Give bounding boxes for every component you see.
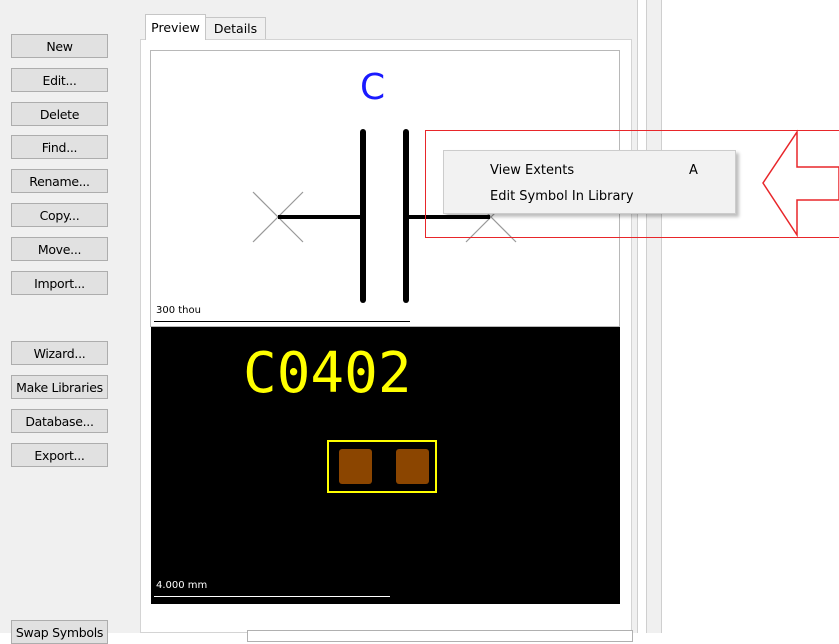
database-button[interactable]: Database... xyxy=(11,409,108,433)
copy-button[interactable]: Copy... xyxy=(11,203,108,227)
delete-button[interactable]: Delete xyxy=(11,102,108,126)
rename-button[interactable]: Rename... xyxy=(11,169,108,193)
footprint-scale-bar xyxy=(154,596,390,597)
pad-1 xyxy=(339,449,372,484)
wizard-button[interactable]: Wizard... xyxy=(11,341,108,365)
edit-button[interactable]: Edit... xyxy=(11,68,108,92)
footprint-scale-label: 4.000 mm xyxy=(156,580,208,591)
footprint-name: C0402 xyxy=(243,341,412,406)
symbol-scale-bar xyxy=(154,321,410,322)
swap-symbols-button[interactable]: Swap Symbols xyxy=(11,620,108,644)
menu-item-edit-symbol-in-library[interactable]: Edit Symbol In Library xyxy=(445,183,734,209)
pad-2 xyxy=(396,449,429,484)
symbol-name: C xyxy=(360,67,386,108)
make-libraries-button[interactable]: Make Libraries xyxy=(11,375,108,399)
context-menu: View Extents A Edit Symbol In Library xyxy=(443,150,736,214)
new-button[interactable]: New xyxy=(11,34,108,58)
bottom-label-fragment xyxy=(145,628,235,633)
tab-details[interactable]: Details xyxy=(205,17,266,39)
menu-item-view-extents[interactable]: View Extents A xyxy=(445,157,734,183)
find-button[interactable]: Find... xyxy=(11,135,108,159)
symbol-scale-label: 300 thou xyxy=(156,305,201,316)
bottom-input-field[interactable] xyxy=(247,630,633,642)
annotation-arrow-icon xyxy=(762,129,839,238)
divider xyxy=(637,0,638,633)
splitter-bar[interactable] xyxy=(646,0,662,633)
menu-item-label: View Extents xyxy=(490,162,575,178)
menu-item-shortcut: A xyxy=(689,162,698,178)
menu-item-label: Edit Symbol In Library xyxy=(490,188,634,204)
export-button[interactable]: Export... xyxy=(11,443,108,467)
move-button[interactable]: Move... xyxy=(11,237,108,261)
tab-preview[interactable]: Preview xyxy=(145,14,206,40)
import-button[interactable]: Import... xyxy=(11,271,108,295)
